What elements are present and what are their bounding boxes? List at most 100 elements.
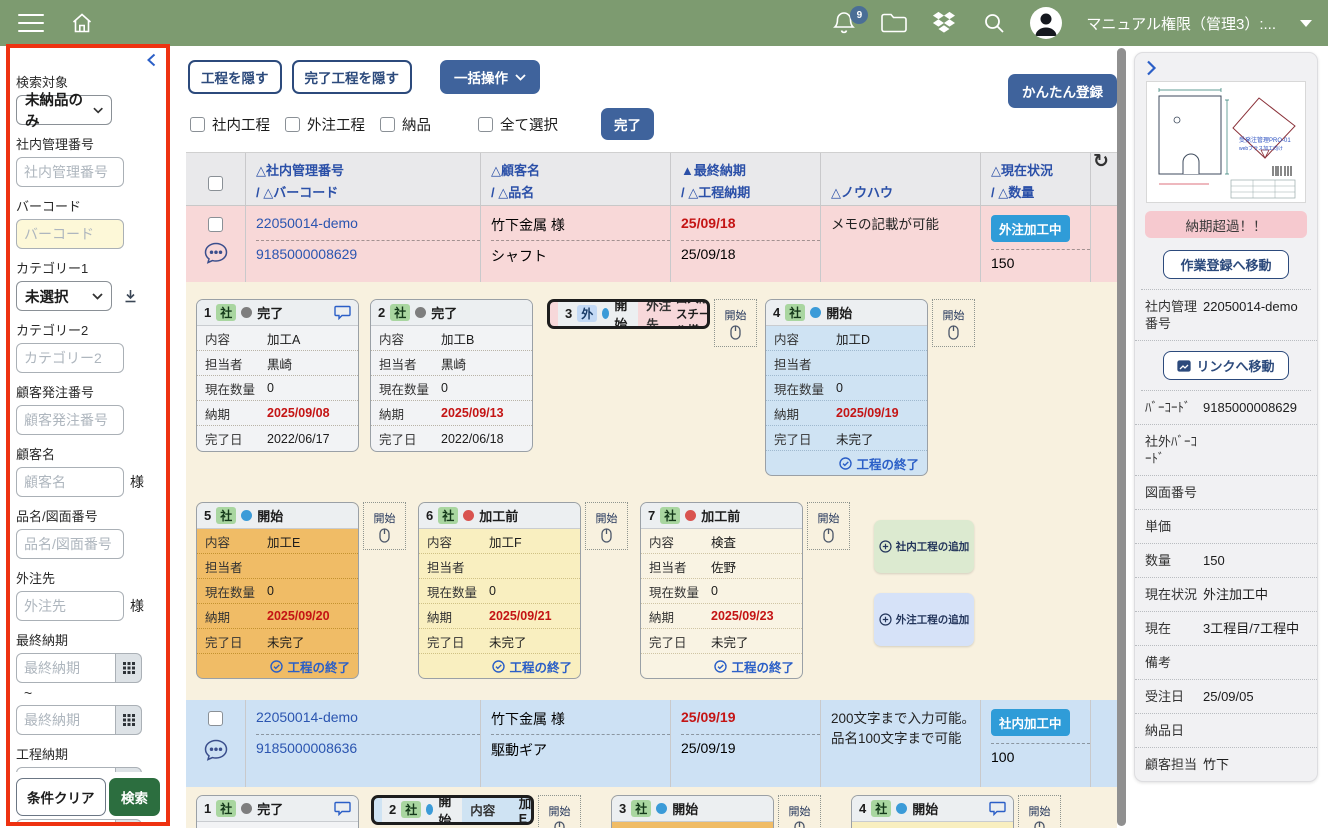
order-id-link[interactable]: 22050014-demo [256,215,480,237]
filter-label-customer-order-no: 顧客発注番号 [16,382,160,401]
calendar-icon[interactable] [116,705,142,735]
detail-row-order-date: 受注日25/09/05 [1135,680,1317,714]
checkbox-external-process[interactable]: 外注工程 [285,114,365,135]
row-checkbox[interactable] [208,217,223,232]
card-comment-icon[interactable] [334,305,351,320]
internal-id-input[interactable] [16,157,124,187]
go-to-link-button[interactable]: リンクへ移動 [1163,351,1289,380]
subcontractor-input[interactable] [16,591,124,621]
svg-text:受発注管理PRO-01: 受発注管理PRO-01 [1239,136,1291,144]
end-process-link[interactable]: 工程の終了 [419,654,580,678]
process-card-3[interactable]: 3社開始 内容加工F [611,795,774,828]
barcode-input[interactable] [16,219,124,249]
end-process-link[interactable]: 工程の終了 [197,654,358,678]
filter-label-subcontractor: 外注先 [16,568,160,587]
card-comment-icon[interactable] [989,801,1006,816]
start-process-button[interactable]: 開始 [538,795,581,828]
process-due-to-input[interactable] [16,819,116,822]
customer-order-no-input[interactable] [16,405,124,435]
process-type-badge: 社 [216,507,236,524]
account-caret-down-icon[interactable] [1300,20,1312,27]
checkbox-select-all[interactable]: 全て選択 [478,114,558,135]
start-process-button[interactable]: 開始 [585,502,628,550]
go-to-work-register-button[interactable]: 作業登録へ移動 [1163,250,1289,279]
detail-row-internal-id: 社内管理番号22050014-demo [1135,290,1317,341]
order-row-2[interactable]: 22050014-demo 9185000008636 竹下金属 様 駆動ギア … [186,700,1117,787]
hide-done-process-button[interactable]: 完了工程を隠す [292,60,413,94]
end-process-link[interactable]: 工程の終了 [766,451,927,475]
end-process-link[interactable]: 工程の終了 [641,654,802,678]
select-all-rows-checkbox[interactable] [208,176,223,191]
sidebar-collapse-icon[interactable] [144,52,160,68]
start-process-button[interactable]: 開始 [714,299,757,347]
process-card-3-selected[interactable]: 3外開始 外注先西大阪スチール様 内容加工C 現在数量0 納期2025/09/1… [547,299,710,329]
start-process-button[interactable]: 開始 [932,299,975,347]
final-due-to-input[interactable] [16,705,116,735]
status-badge[interactable]: 外注加工中 [991,215,1070,242]
process-card-4[interactable]: 4社開始 内容加工D 担当者 現在数量0 納期2025/09/19 完了日未完了… [765,299,928,476]
search-icon[interactable] [982,11,1006,35]
process-card-5[interactable]: 5社開始 内容加工E 担当者 現在数量0 納期2025/09/20 完了日未完了… [196,502,359,679]
final-due-from-input[interactable] [16,653,116,683]
start-process-button[interactable]: 開始 [778,795,821,828]
category1-select[interactable]: 未選択 [16,281,112,311]
calendar-icon[interactable] [116,819,142,822]
column-header-knowhow[interactable]: △ノウハウ [821,153,981,205]
category2-input[interactable] [16,343,124,373]
status-dot [463,510,474,521]
process-card-6[interactable]: 6社加工前 内容加工F 担当者 現在数量0 納期2025/09/21 完了日未完… [418,502,581,679]
process-type-badge: 社 [871,800,891,817]
search-target-select[interactable]: 未納品のみ [16,95,112,125]
process-card-4[interactable]: 4社開始 内容検査 [851,795,1014,828]
process-due-date: 25/09/18 [681,246,736,262]
start-process-button[interactable]: 開始 [1018,795,1061,828]
add-internal-process-button[interactable]: 社内工程の追加 [874,520,974,573]
column-header-customer-product[interactable]: △顧客名/ △品名 [481,153,671,205]
account-menu-label[interactable]: マニュアル権限（管理3）:... [1086,13,1276,34]
product-name-input[interactable] [16,529,124,559]
status-badge[interactable]: 社内加工中 [991,709,1070,736]
barcode-link[interactable]: 9185000008629 [256,246,357,262]
mouse-icon [823,528,834,543]
search-button[interactable]: 検索 [109,778,160,816]
user-avatar[interactable] [1030,7,1062,39]
panel-expand-icon[interactable] [1143,59,1159,77]
checkbox-internal-process[interactable]: 社内工程 [190,114,270,135]
hide-process-button[interactable]: 工程を隠す [188,60,282,94]
start-process-button[interactable]: 開始 [363,502,406,550]
column-header-id-barcode[interactable]: △社内管理番号/ △バーコード [246,153,481,205]
customer-name-input[interactable] [16,467,124,497]
order-id-link[interactable]: 22050014-demo [256,709,480,731]
process-card-2[interactable]: 2社完了 内容加工B 担当者黒崎 現在数量0 納期2025/09/13 完了日2… [370,299,533,452]
expand-category-down-icon[interactable] [124,289,137,303]
add-external-process-button[interactable]: 外注工程の追加 [874,593,974,646]
start-process-button[interactable]: 開始 [807,502,850,550]
column-header-due-dates[interactable]: ▲最終納期/ △工程納期 [671,153,821,205]
checkbox-delivery[interactable]: 納品 [380,114,431,135]
easy-register-button[interactable]: かんたん登録 [1008,74,1117,108]
order-row-1[interactable]: 22050014-demo 9185000008629 竹下金属 様 シャフト … [186,206,1117,282]
hamburger-menu-icon[interactable] [18,14,44,32]
process-card-2-selected[interactable]: 2社開始 内容加工E [371,795,534,825]
comment-bubble-icon[interactable] [203,738,229,762]
card-comment-icon[interactable] [334,801,351,816]
barcode-link[interactable]: 9185000008636 [256,740,357,756]
comment-bubble-icon[interactable] [203,241,229,265]
bulk-action-button[interactable]: 一括操作 [440,60,540,94]
column-header-status-qty[interactable]: △現在状況/ △数量 [981,153,1091,205]
dropbox-icon[interactable] [932,11,958,35]
process-card-1[interactable]: 1社完了 内容加工D [196,795,359,828]
process-card-1[interactable]: 1社完了 内容加工A 担当者黒崎 現在数量0 納期2025/09/08 完了日2… [196,299,359,452]
notifications-bell-icon[interactable]: 9 [832,10,856,36]
row-checkbox[interactable] [208,711,223,726]
home-icon[interactable] [70,11,94,35]
mouse-icon [554,821,565,828]
process-card-7[interactable]: 7社加工前 内容検査 担当者佐野 現在数量0 納期2025/09/23 完了日未… [640,502,803,679]
folder-icon[interactable] [880,12,908,34]
refresh-icon[interactable]: ↻ [1093,151,1109,172]
drawing-thumbnail[interactable]: 受発注管理PRO-01 webプラス加工向け [1146,81,1306,203]
vertical-scrollbar[interactable] [1117,48,1126,826]
calendar-icon[interactable] [116,653,142,683]
done-button[interactable]: 完了 [601,108,654,140]
clear-conditions-button[interactable]: 条件クリア [16,778,106,816]
